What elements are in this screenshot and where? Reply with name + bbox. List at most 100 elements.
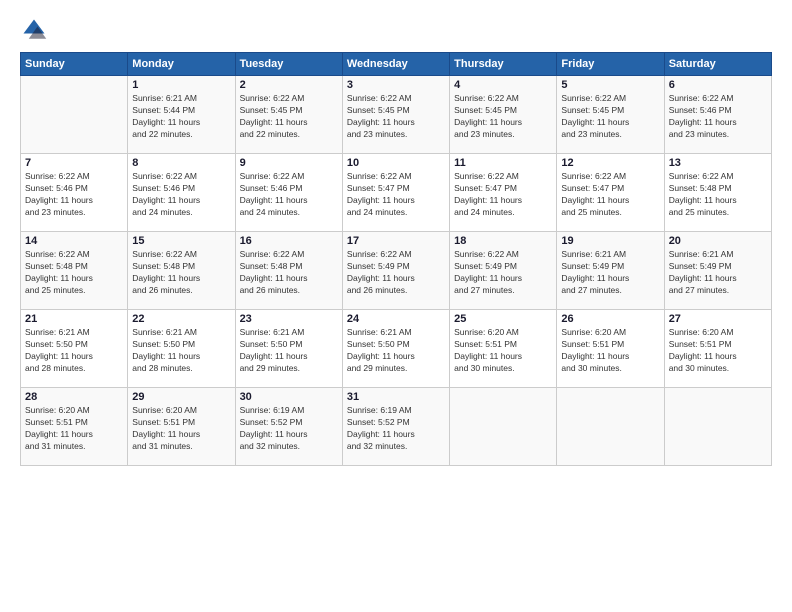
cell-content-line: Sunset: 5:46 PM	[132, 183, 230, 195]
day-number: 11	[454, 157, 552, 169]
cell-content-line: Sunset: 5:52 PM	[347, 417, 445, 429]
cell-content-line: Sunset: 5:51 PM	[132, 417, 230, 429]
cell-content-line: and 29 minutes.	[240, 363, 338, 375]
calendar-cell: 25Sunrise: 6:20 AMSunset: 5:51 PMDayligh…	[450, 310, 557, 388]
day-number: 5	[561, 79, 659, 91]
cell-content-line: and 31 minutes.	[25, 441, 123, 453]
cell-content-line: Daylight: 11 hours	[25, 429, 123, 441]
day-number: 3	[347, 79, 445, 91]
cell-content-line: Daylight: 11 hours	[561, 117, 659, 129]
cell-content-line: Sunset: 5:50 PM	[240, 339, 338, 351]
week-row-1: 7Sunrise: 6:22 AMSunset: 5:46 PMDaylight…	[21, 154, 772, 232]
calendar-cell: 26Sunrise: 6:20 AMSunset: 5:51 PMDayligh…	[557, 310, 664, 388]
cell-content-line: and 29 minutes.	[347, 363, 445, 375]
calendar-cell: 17Sunrise: 6:22 AMSunset: 5:49 PMDayligh…	[342, 232, 449, 310]
calendar-cell: 7Sunrise: 6:22 AMSunset: 5:46 PMDaylight…	[21, 154, 128, 232]
cell-content-line: Daylight: 11 hours	[561, 195, 659, 207]
day-number: 26	[561, 313, 659, 325]
day-number: 12	[561, 157, 659, 169]
cell-content-line: Sunset: 5:47 PM	[347, 183, 445, 195]
cell-content-line: Sunrise: 6:22 AM	[561, 93, 659, 105]
calendar-cell: 30Sunrise: 6:19 AMSunset: 5:52 PMDayligh…	[235, 388, 342, 466]
cell-content-line: and 24 minutes.	[454, 207, 552, 219]
cell-content-line: and 30 minutes.	[561, 363, 659, 375]
cell-content-line: and 22 minutes.	[240, 129, 338, 141]
day-number: 17	[347, 235, 445, 247]
cell-content-line: Sunrise: 6:20 AM	[25, 405, 123, 417]
week-row-0: 1Sunrise: 6:21 AMSunset: 5:44 PMDaylight…	[21, 76, 772, 154]
cell-content-line: Sunrise: 6:22 AM	[347, 249, 445, 261]
calendar-cell: 20Sunrise: 6:21 AMSunset: 5:49 PMDayligh…	[664, 232, 771, 310]
cell-content-line: Sunset: 5:49 PM	[669, 261, 767, 273]
cell-content-line: and 23 minutes.	[347, 129, 445, 141]
cell-content-line: Sunrise: 6:22 AM	[25, 249, 123, 261]
cell-content-line: Sunset: 5:49 PM	[561, 261, 659, 273]
cell-content-line: Sunrise: 6:20 AM	[561, 327, 659, 339]
calendar-cell: 27Sunrise: 6:20 AMSunset: 5:51 PMDayligh…	[664, 310, 771, 388]
cell-content-line: Daylight: 11 hours	[454, 195, 552, 207]
cell-content-line: Sunset: 5:47 PM	[454, 183, 552, 195]
cell-content-line: Sunrise: 6:22 AM	[454, 93, 552, 105]
cell-content-line: Sunset: 5:49 PM	[347, 261, 445, 273]
cell-content-line: Daylight: 11 hours	[132, 195, 230, 207]
calendar-cell: 5 Sunrise: 6:22 AMSunset: 5:45 PMDaylight…	[557, 76, 664, 154]
calendar-cell: 24Sunrise: 6:21 AMSunset: 5:50 PMDayligh…	[342, 310, 449, 388]
cell-content-line: and 32 minutes.	[240, 441, 338, 453]
cell-content-line: Sunrise: 6:22 AM	[454, 249, 552, 261]
cell-content-line: Sunset: 5:49 PM	[454, 261, 552, 273]
cell-content-line: and 26 minutes.	[240, 285, 338, 297]
day-number: 13	[669, 157, 767, 169]
cell-content-line: Sunrise: 6:21 AM	[132, 327, 230, 339]
calendar-cell: 12Sunrise: 6:22 AMSunset: 5:47 PMDayligh…	[557, 154, 664, 232]
cell-content-line: and 28 minutes.	[25, 363, 123, 375]
cell-content-line: Sunrise: 6:22 AM	[669, 93, 767, 105]
day-number: 2	[240, 79, 338, 91]
cell-content-line: Sunrise: 6:22 AM	[240, 171, 338, 183]
cell-content-line: Sunset: 5:46 PM	[240, 183, 338, 195]
cell-content-line: Sunrise: 6:21 AM	[561, 249, 659, 261]
cell-content-line: and 32 minutes.	[347, 441, 445, 453]
cell-content-line: Sunrise: 6:20 AM	[669, 327, 767, 339]
cell-content-line: Sunrise: 6:19 AM	[240, 405, 338, 417]
header-cell-thursday: Thursday	[450, 53, 557, 76]
cell-content-line: and 22 minutes.	[132, 129, 230, 141]
cell-content-line: Sunset: 5:45 PM	[561, 105, 659, 117]
day-number: 18	[454, 235, 552, 247]
logo-icon	[20, 16, 48, 44]
cell-content-line: Daylight: 11 hours	[561, 273, 659, 285]
calendar-cell	[557, 388, 664, 466]
cell-content-line: Sunrise: 6:22 AM	[454, 171, 552, 183]
calendar-cell: 21Sunrise: 6:21 AMSunset: 5:50 PMDayligh…	[21, 310, 128, 388]
cell-content-line: Daylight: 11 hours	[25, 273, 123, 285]
cell-content-line: Daylight: 11 hours	[454, 117, 552, 129]
cell-content-line: Sunset: 5:50 PM	[132, 339, 230, 351]
cell-content-line: Daylight: 11 hours	[132, 273, 230, 285]
cell-content-line: Daylight: 11 hours	[240, 273, 338, 285]
calendar-cell	[21, 76, 128, 154]
day-number: 7	[25, 157, 123, 169]
header-cell-friday: Friday	[557, 53, 664, 76]
cell-content-line: Sunset: 5:52 PM	[240, 417, 338, 429]
cell-content-line: and 27 minutes.	[561, 285, 659, 297]
header-cell-monday: Monday	[128, 53, 235, 76]
calendar-cell: 6Sunrise: 6:22 AMSunset: 5:46 PMDaylight…	[664, 76, 771, 154]
cell-content-line: and 25 minutes.	[25, 285, 123, 297]
cell-content-line: and 23 minutes.	[25, 207, 123, 219]
calendar-cell: 10Sunrise: 6:22 AMSunset: 5:47 PMDayligh…	[342, 154, 449, 232]
cell-content-line: and 28 minutes.	[132, 363, 230, 375]
cell-content-line: Daylight: 11 hours	[25, 195, 123, 207]
cell-content-line: Sunrise: 6:21 AM	[347, 327, 445, 339]
cell-content-line: Sunset: 5:51 PM	[454, 339, 552, 351]
cell-content-line: and 31 minutes.	[132, 441, 230, 453]
cell-content-line: Sunrise: 6:22 AM	[132, 249, 230, 261]
calendar-cell: 29Sunrise: 6:20 AMSunset: 5:51 PMDayligh…	[128, 388, 235, 466]
cell-content-line: Sunrise: 6:22 AM	[240, 249, 338, 261]
cell-content-line: and 24 minutes.	[132, 207, 230, 219]
cell-content-line: Sunset: 5:50 PM	[25, 339, 123, 351]
header-cell-saturday: Saturday	[664, 53, 771, 76]
calendar-cell: 18Sunrise: 6:22 AMSunset: 5:49 PMDayligh…	[450, 232, 557, 310]
cell-content-line: Daylight: 11 hours	[347, 429, 445, 441]
cell-content-line: Daylight: 11 hours	[347, 195, 445, 207]
cell-content-line: Sunrise: 6:22 AM	[669, 171, 767, 183]
cell-content-line: Daylight: 11 hours	[25, 351, 123, 363]
